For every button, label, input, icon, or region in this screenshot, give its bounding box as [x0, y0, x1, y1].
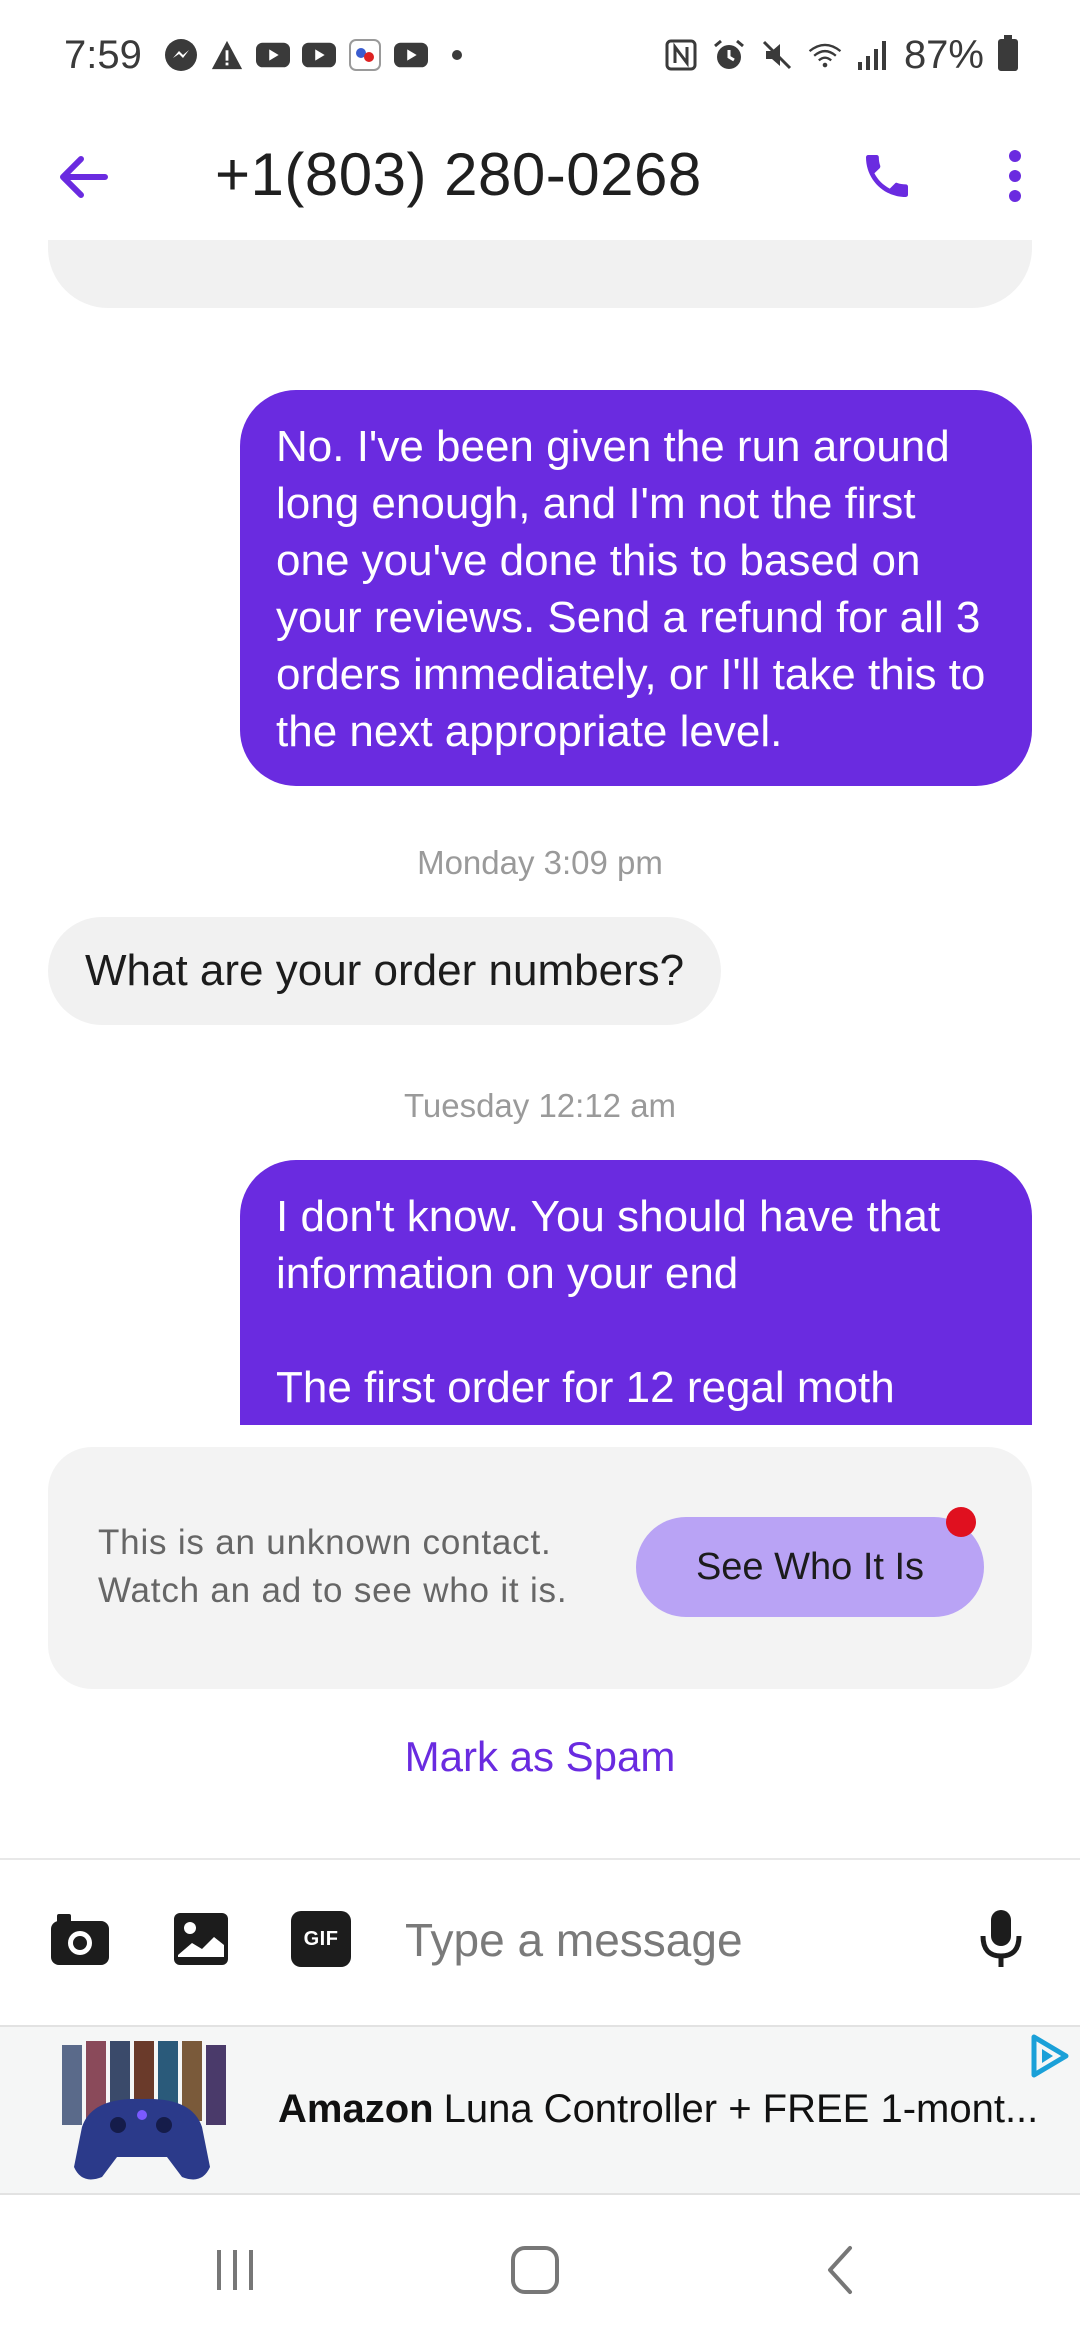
mark-as-spam-link[interactable]: Mark as Spam: [0, 1733, 1080, 1781]
compose-bar: GIF: [0, 1860, 1080, 2025]
camera-icon: [51, 1914, 109, 1965]
notification-dot: [946, 1507, 976, 1537]
status-bar: 7:59 87%: [0, 0, 1080, 110]
status-right: 87%: [664, 33, 1018, 78]
ad-brand: Amazon: [278, 2087, 434, 2131]
message-text: The first order for 12 regal moth: [276, 1363, 895, 1412]
home-icon: [511, 2246, 559, 2294]
message-text: I don't know. You should have that infor…: [276, 1192, 941, 1298]
alert-icon: [210, 38, 244, 72]
status-left: 7:59: [64, 33, 474, 78]
battery-percent: 87%: [903, 32, 984, 77]
image-icon: [174, 1913, 228, 1965]
image-button[interactable]: [170, 1908, 232, 1970]
messenger-icon: [164, 38, 198, 72]
youtube-icon: [393, 38, 428, 72]
conversation[interactable]: No. I've been given the run around long …: [0, 240, 1080, 1425]
recents-icon: [217, 2250, 253, 2290]
unknown-contact-message: This is an unknown contact. Watch an ad …: [98, 1523, 568, 1610]
ad-headline: Luna Controller + FREE 1-mont...: [443, 2087, 1039, 2131]
nav-back-button[interactable]: [800, 2235, 880, 2305]
message-timestamp: Tuesday 12:12 am: [403, 1087, 677, 1124]
adchoices-icon[interactable]: [1026, 2033, 1072, 2079]
recents-button[interactable]: [195, 2235, 275, 2305]
youtube-icon: [255, 38, 290, 72]
alarm-icon: [712, 38, 746, 72]
incoming-message[interactable]: What are your order numbers?: [48, 917, 722, 1025]
nfc-icon: [664, 38, 698, 72]
ad-text[interactable]: Amazon Luna Controller + FREE 1-mont...: [278, 2087, 1038, 2132]
app-bar: +1(803) 280-0268: [0, 110, 1080, 240]
system-nav-bar: [0, 2195, 1080, 2340]
previous-message-bubble: [48, 240, 1032, 308]
outgoing-message[interactable]: I don't know. You should have that infor…: [240, 1160, 1032, 1425]
outgoing-message[interactable]: No. I've been given the run around long …: [240, 390, 1032, 786]
gif-button[interactable]: GIF: [290, 1908, 352, 1970]
mute-icon: [760, 38, 794, 72]
wifi-icon: [808, 38, 842, 72]
see-who-it-is-button[interactable]: See Who It Is: [636, 1517, 984, 1617]
home-button[interactable]: [495, 2235, 575, 2305]
back-button[interactable]: [48, 142, 118, 212]
camera-button[interactable]: [49, 1908, 111, 1970]
more-options-button[interactable]: [995, 144, 1035, 208]
dot-icon: [440, 38, 474, 72]
arrow-left-icon: [60, 156, 108, 198]
page-title: +1(803) 280-0268: [215, 141, 702, 208]
battery-icon: [998, 35, 1018, 71]
message-text: No. I've been given the run around long …: [276, 422, 986, 756]
status-time: 7:59: [64, 32, 142, 77]
message-input[interactable]: [405, 1900, 945, 1980]
chevron-left-icon: [828, 2246, 852, 2294]
call-button[interactable]: [855, 144, 919, 208]
app-icon: [348, 38, 382, 72]
phone-icon: [866, 155, 908, 197]
message-text: What are your order numbers?: [85, 946, 685, 995]
ad-banner[interactable]: Amazon Luna Controller + FREE 1-mont...: [0, 2025, 1080, 2195]
unknown-contact-card: This is an unknown contact. Watch an ad …: [48, 1447, 1032, 1689]
youtube-icon: [301, 38, 336, 72]
voice-input-button[interactable]: [970, 1908, 1032, 1970]
more-vert-icon: [1009, 150, 1021, 202]
gif-icon: GIF: [291, 1911, 351, 1967]
controller-image: [62, 2041, 226, 2180]
message-timestamp: Monday 3:09 pm: [417, 844, 663, 881]
signal-icon: [856, 38, 890, 72]
mic-icon: [980, 1910, 1022, 1967]
